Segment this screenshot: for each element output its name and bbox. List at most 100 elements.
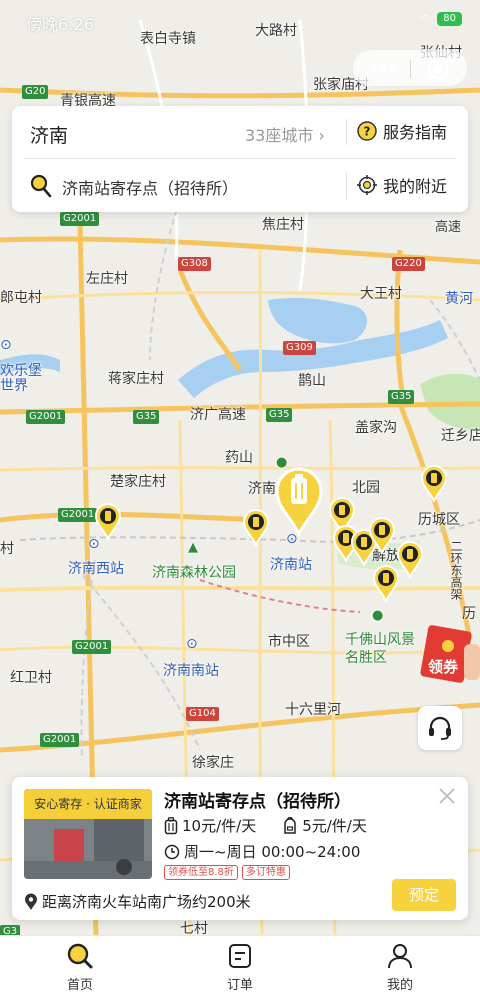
search-home-icon [67, 943, 93, 969]
svg-text:?: ? [364, 125, 371, 139]
place-label: 药山 [225, 450, 253, 466]
road-shield: G308 [178, 257, 211, 271]
battery-icon: 80 [437, 12, 462, 26]
place-label: 左庄村 [86, 271, 128, 287]
road-shield: G35 [266, 408, 293, 422]
tab-label: 我的 [386, 978, 413, 993]
place-label: 盖家沟 [355, 420, 397, 436]
price-row: 10元/件/天 5元/件/天 [164, 815, 393, 836]
place-label: 济南 [248, 481, 276, 497]
service-guide-label: 服务指南 [383, 123, 448, 142]
place-label: 迁乡店 [441, 428, 480, 444]
search-icon [30, 174, 52, 198]
storage-pin-icon[interactable] [242, 508, 270, 546]
city-selector[interactable]: 济南 [30, 121, 68, 148]
road-shield: G35 [133, 410, 160, 424]
place-label: 济南西站 [68, 561, 124, 577]
road-shield: G309 [283, 341, 316, 355]
headset-icon [429, 716, 451, 740]
city-count[interactable]: 33座城市 › [245, 122, 325, 146]
storage-pin-icon[interactable] [372, 564, 400, 602]
price-large-item: 10元/件/天 [164, 815, 256, 836]
price-small-item: 5元/件/天 [282, 815, 367, 836]
road-shield: G2001 [60, 212, 100, 226]
service-guide-button[interactable]: ? 服务指南 [357, 119, 447, 143]
place-label: 十六里河 [285, 702, 341, 718]
road-shield: G20 [22, 85, 49, 99]
place-label: 大王村 [360, 286, 402, 302]
road-shield: G220 [392, 257, 425, 271]
certified-badge: 安心寄存 · 认证商家 [24, 789, 152, 819]
storage-photo: 安心寄存 · 认证商家 [24, 789, 152, 879]
price-large: 10元/件/天 [182, 817, 257, 835]
storage-title: 济南站寄存点（招待所） [164, 792, 351, 812]
place-label: 二环东高架 [449, 540, 463, 600]
station-icon: ⊙ [186, 636, 198, 652]
storage-pin-icon[interactable] [396, 540, 424, 578]
divider [24, 158, 456, 159]
road-shield: G2001 [40, 733, 80, 747]
place-label: 徐家庄 [192, 755, 234, 771]
status-time: 傍晚6:26 [26, 15, 94, 34]
place-label: 历 [462, 606, 476, 622]
road-shield: G2001 [58, 508, 98, 522]
place-label: 历城区 [418, 512, 460, 528]
road-shield: G2001 [26, 410, 66, 424]
place-label: 郎屯村 [0, 290, 42, 306]
road-shield: G2001 [72, 640, 112, 654]
nearby-button[interactable]: 我的附近 [357, 173, 447, 197]
help-icon: ? [357, 121, 377, 141]
more-icon[interactable] [369, 61, 397, 77]
tab-orders[interactable]: 订单 [190, 942, 290, 993]
hours-row: 周一~周日 00:00~24:00 [164, 841, 360, 862]
price-small: 5元/件/天 [302, 817, 367, 835]
place-label: 世界 [0, 378, 28, 394]
search-input[interactable]: 济南站寄存点（招待所） [62, 175, 238, 199]
tab-label: 首页 [66, 978, 93, 993]
place-label: 北园 [352, 480, 380, 496]
suitcase-icon [164, 816, 178, 834]
city-row: 济南 33座城市 › ? 服务指南 [12, 106, 468, 158]
miniprogram-capsule [352, 49, 468, 87]
tab-label: 订单 [226, 978, 253, 993]
search-card: 济南 33座城市 › ? 服务指南 济南站寄存点（招待所） 我的附近 [12, 106, 468, 212]
park-icon: ● [372, 608, 384, 623]
coupon-label: 领券 [428, 658, 459, 676]
nearby-label: 我的附近 [383, 177, 448, 196]
close-icon[interactable] [438, 787, 456, 805]
locate-icon [357, 175, 377, 195]
distance-row: 距离济南火车站南广场约200米 [24, 891, 251, 912]
storage-pin-icon[interactable] [94, 502, 122, 540]
place-label: 济南站 [270, 557, 312, 573]
place-label: 焦庄村 [262, 217, 304, 233]
park-icon: ▲ [188, 540, 198, 555]
place-label: 村 [0, 541, 14, 557]
location-pin-icon [25, 893, 37, 910]
discount-badges: 领券低至8.8折 多订特惠 [164, 865, 290, 880]
user-icon [388, 944, 412, 969]
tab-home[interactable]: 首页 [30, 942, 130, 993]
discount-badge: 多订特惠 [241, 865, 290, 880]
place-label: 蒋家庄村 [108, 371, 164, 387]
tab-profile[interactable]: 我的 [350, 942, 450, 993]
storage-pin-icon[interactable] [368, 516, 396, 554]
place-label: 市中区 [268, 634, 310, 650]
selected-storage-pin-icon[interactable] [274, 466, 324, 538]
distance-text: 距离济南火车站南广场约200米 [42, 893, 251, 911]
search-row[interactable]: 济南站寄存点（招待所） 我的附近 [12, 160, 468, 212]
tab-bar: 首页 订单 我的 [0, 935, 480, 999]
customer-service-button[interactable] [418, 706, 462, 750]
divider [346, 173, 347, 199]
divider [346, 119, 347, 145]
coupon-button[interactable]: 领券 [418, 624, 480, 686]
wifi-icon: ◠ [420, 12, 432, 26]
book-button[interactable]: 预定 [392, 879, 456, 911]
close-miniprogram-icon[interactable] [427, 58, 449, 80]
storage-info-card[interactable]: 安心寄存 · 认证商家 济南站寄存点（招待所） 10元/件/天 5元/件/天 周… [12, 777, 468, 920]
road-shield: G35 [388, 390, 415, 404]
place-label: 千佛山风景名胜区 [345, 632, 415, 666]
capsule-divider [410, 60, 411, 78]
station-icon: ⊙ [0, 337, 12, 353]
place-label: 红卫村 [10, 670, 52, 686]
storage-pin-icon[interactable] [420, 464, 448, 502]
